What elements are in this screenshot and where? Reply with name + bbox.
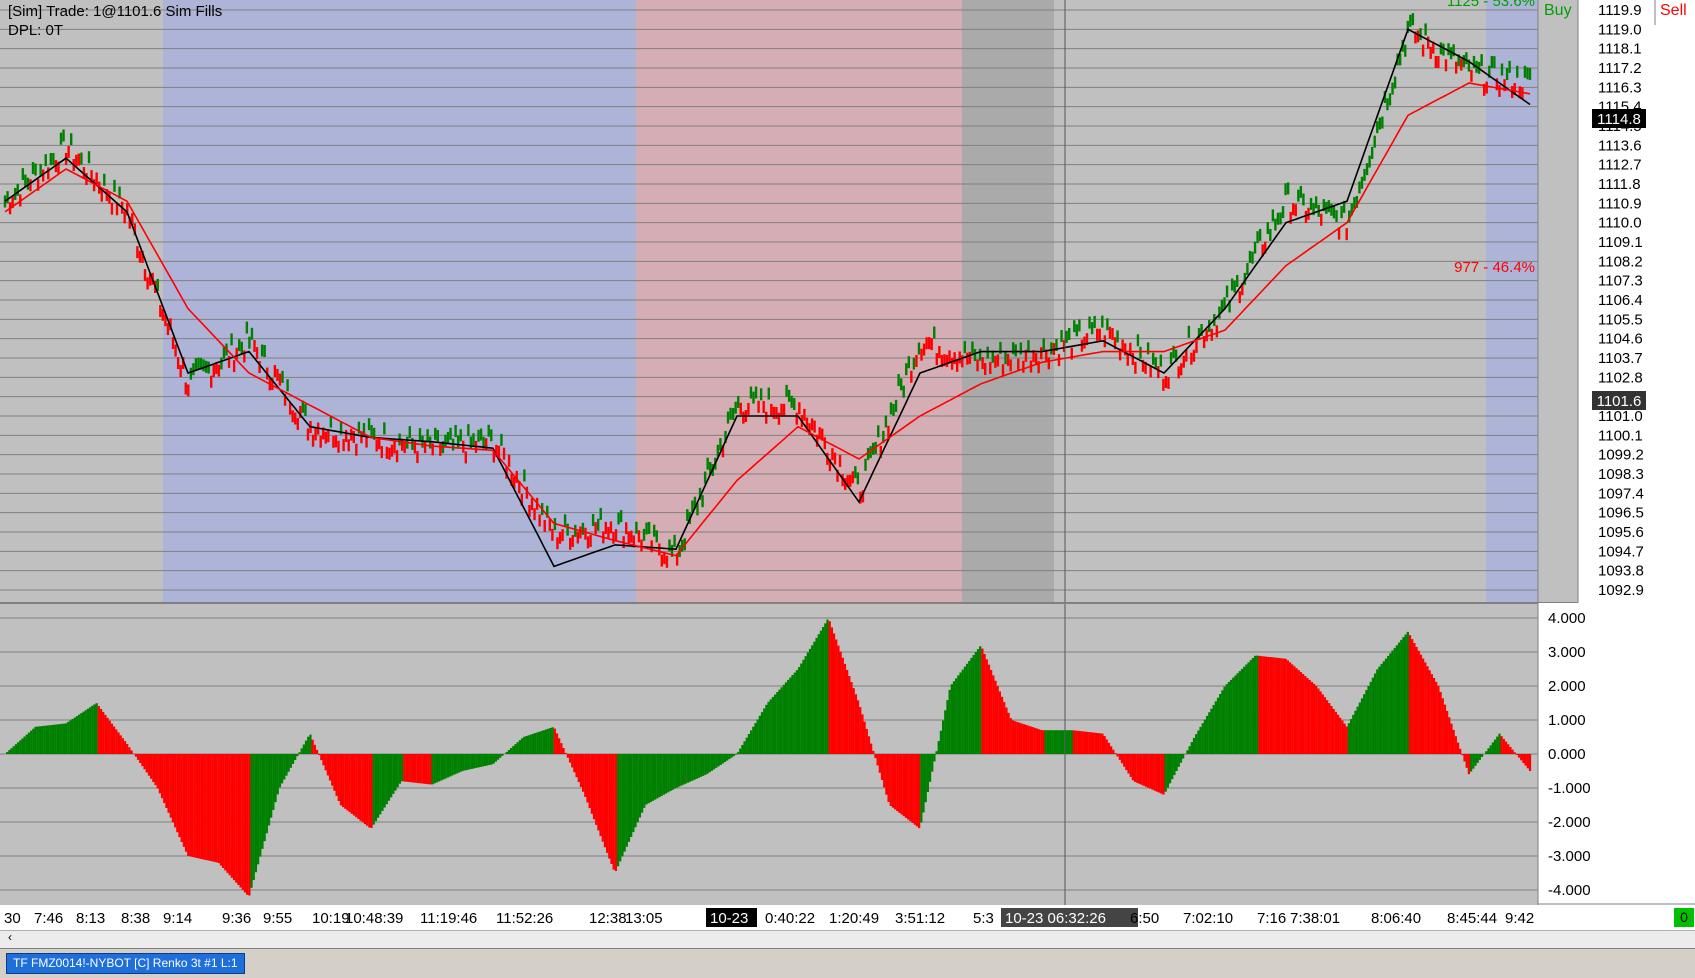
price-tick-label: 1110.0 (1598, 215, 1642, 232)
osc-tick-label: -4.000 (1548, 882, 1591, 899)
sell-button[interactable]: Sell (1660, 2, 1687, 20)
time-axis-label: 11:19:46 (420, 910, 477, 927)
price-tick-label: 1119.0 (1598, 21, 1642, 38)
osc-tick-label: 2.000 (1548, 678, 1586, 695)
price-tick-label: 1111.8 (1598, 176, 1641, 193)
time-axis-label: 11:52:26 (496, 910, 553, 927)
osc-tick-label: 1.000 (1548, 712, 1586, 729)
time-axis-label: 3:51:12 (895, 910, 945, 927)
time-axis-label: 9:36 (222, 910, 251, 927)
price-tick-label: 1099.2 (1598, 447, 1644, 464)
price-tick-label: 1113.6 (1598, 137, 1642, 154)
price-tick-label: 1119.9 (1598, 2, 1642, 19)
osc-axis-ticks: 4.000 3.000 2.000 1.000 0.000 -1.000 -2.000 -3.… (1548, 610, 1591, 899)
time-axis-label: 9:14 (163, 910, 192, 927)
chart-header-line2: DPL: 0T (8, 22, 64, 39)
buy-button[interactable]: Buy (1544, 2, 1572, 20)
time-axis-label: 8:13 (76, 910, 105, 927)
instrument-tab[interactable]: TF FMZ0014!-NYBOT [C] Renko 3t #1 L:1 (6, 953, 245, 974)
time-axis-label: 9:42 (1505, 910, 1534, 927)
osc-tick-label: 3.000 (1548, 644, 1586, 661)
time-axis-label: 10:48:39 (345, 910, 403, 927)
price-tick-label: 1116.3 (1598, 79, 1642, 96)
time-axis-label: 13:05 (625, 910, 663, 927)
time-axis-label: 0:40:22 (765, 910, 815, 927)
time-axis-label: 8:06:40 (1371, 910, 1421, 927)
osc-tick-label: -3.000 (1548, 848, 1591, 865)
price-tick-label: 1106.4 (1598, 292, 1643, 309)
price-tick-label: 1097.4 (1598, 485, 1644, 502)
time-axis-label: 7:46 (34, 910, 63, 927)
time-axis-label: 10-23 06:32:26 (1005, 910, 1106, 927)
scroll-left-icon[interactable]: ‹ (8, 930, 12, 944)
price-tick-label: 1108.2 (1598, 253, 1643, 270)
chart-canvas: 1119.91119.01118.11117.21116.31115.41114… (0, 0, 1695, 930)
price-tick-label: 1095.6 (1598, 524, 1644, 541)
time-axis-label: 10:19 (312, 910, 350, 927)
top-percent-annotation: 1125 - 53.6% (1447, 0, 1535, 10)
price-tick-label: 1092.9 (1598, 582, 1644, 599)
price-tick-label: 1112.7 (1598, 157, 1642, 174)
time-axis-labels: 30 7:46 8:13 8:38 9:14 9:36 9:55 10:1910:48:39 1… (4, 908, 1534, 927)
osc-tick-label: 0.000 (1548, 746, 1586, 763)
current-price-label: 1114.8 (1597, 111, 1641, 128)
horizontal-scrollbar[interactable]: ‹ (0, 930, 1695, 948)
time-axis-label: 5:3 (973, 910, 994, 927)
price-tick-label: 1110.9 (1598, 195, 1642, 212)
status-bar: TF FMZ0014!-NYBOT [C] Renko 3t #1 L:1 (0, 948, 1695, 978)
osc-tick-label: -2.000 (1548, 814, 1591, 831)
price-tick-label: 1094.7 (1598, 543, 1644, 560)
price-tick-label: 1118.1 (1598, 41, 1642, 58)
chart-header-line1: [Sim] Trade: 1@1101.6 Sim Fills (8, 3, 223, 20)
osc-tick-label: 4.000 (1548, 610, 1586, 627)
time-axis-label: 8:45:44 (1447, 910, 1497, 927)
price-tick-label: 1105.5 (1598, 311, 1643, 328)
time-axis-label: 9:55 (263, 910, 292, 927)
time-axis-label: 12:38 (589, 910, 627, 927)
time-axis-label: 7:38:01 (1290, 910, 1340, 927)
oscillator-histogram (6, 619, 1532, 896)
trade-price-label: 1101.6 (1597, 393, 1642, 410)
price-tick-label: 1109.1 (1598, 234, 1643, 251)
price-tick-label: 1102.8 (1598, 369, 1643, 386)
price-tick-label: 1100.1 (1598, 427, 1643, 444)
price-tick-label: 1096.5 (1598, 505, 1644, 522)
price-tick-label: 1104.6 (1598, 331, 1643, 348)
time-axis-label: 7:16 (1257, 910, 1286, 927)
osc-tick-label: -1.000 (1548, 780, 1591, 797)
price-tick-label: 1093.8 (1598, 563, 1644, 580)
price-tick-label: 1103.7 (1598, 350, 1643, 367)
time-axis-label: 6:50 (1130, 910, 1159, 927)
price-tick-label: 1107.3 (1598, 273, 1643, 290)
position-indicator: 0 (1674, 908, 1694, 927)
price-tick-label: 1098.3 (1598, 466, 1644, 483)
mid-percent-annotation: 977 - 46.4% (1454, 259, 1535, 276)
price-axis-ticks: 1119.91119.01118.11117.21116.31115.41114… (1598, 2, 1644, 599)
time-axis-label: 10-23 (710, 910, 748, 927)
time-axis-label: 7:02:10 (1183, 910, 1233, 927)
price-tick-label: 1117.2 (1598, 60, 1642, 77)
price-tick-label: 1101.0 (1598, 408, 1643, 425)
time-axis-label: 8:38 (121, 910, 150, 927)
time-axis-label: 1:20:49 (829, 910, 879, 927)
time-axis-label: 30 (4, 910, 21, 927)
